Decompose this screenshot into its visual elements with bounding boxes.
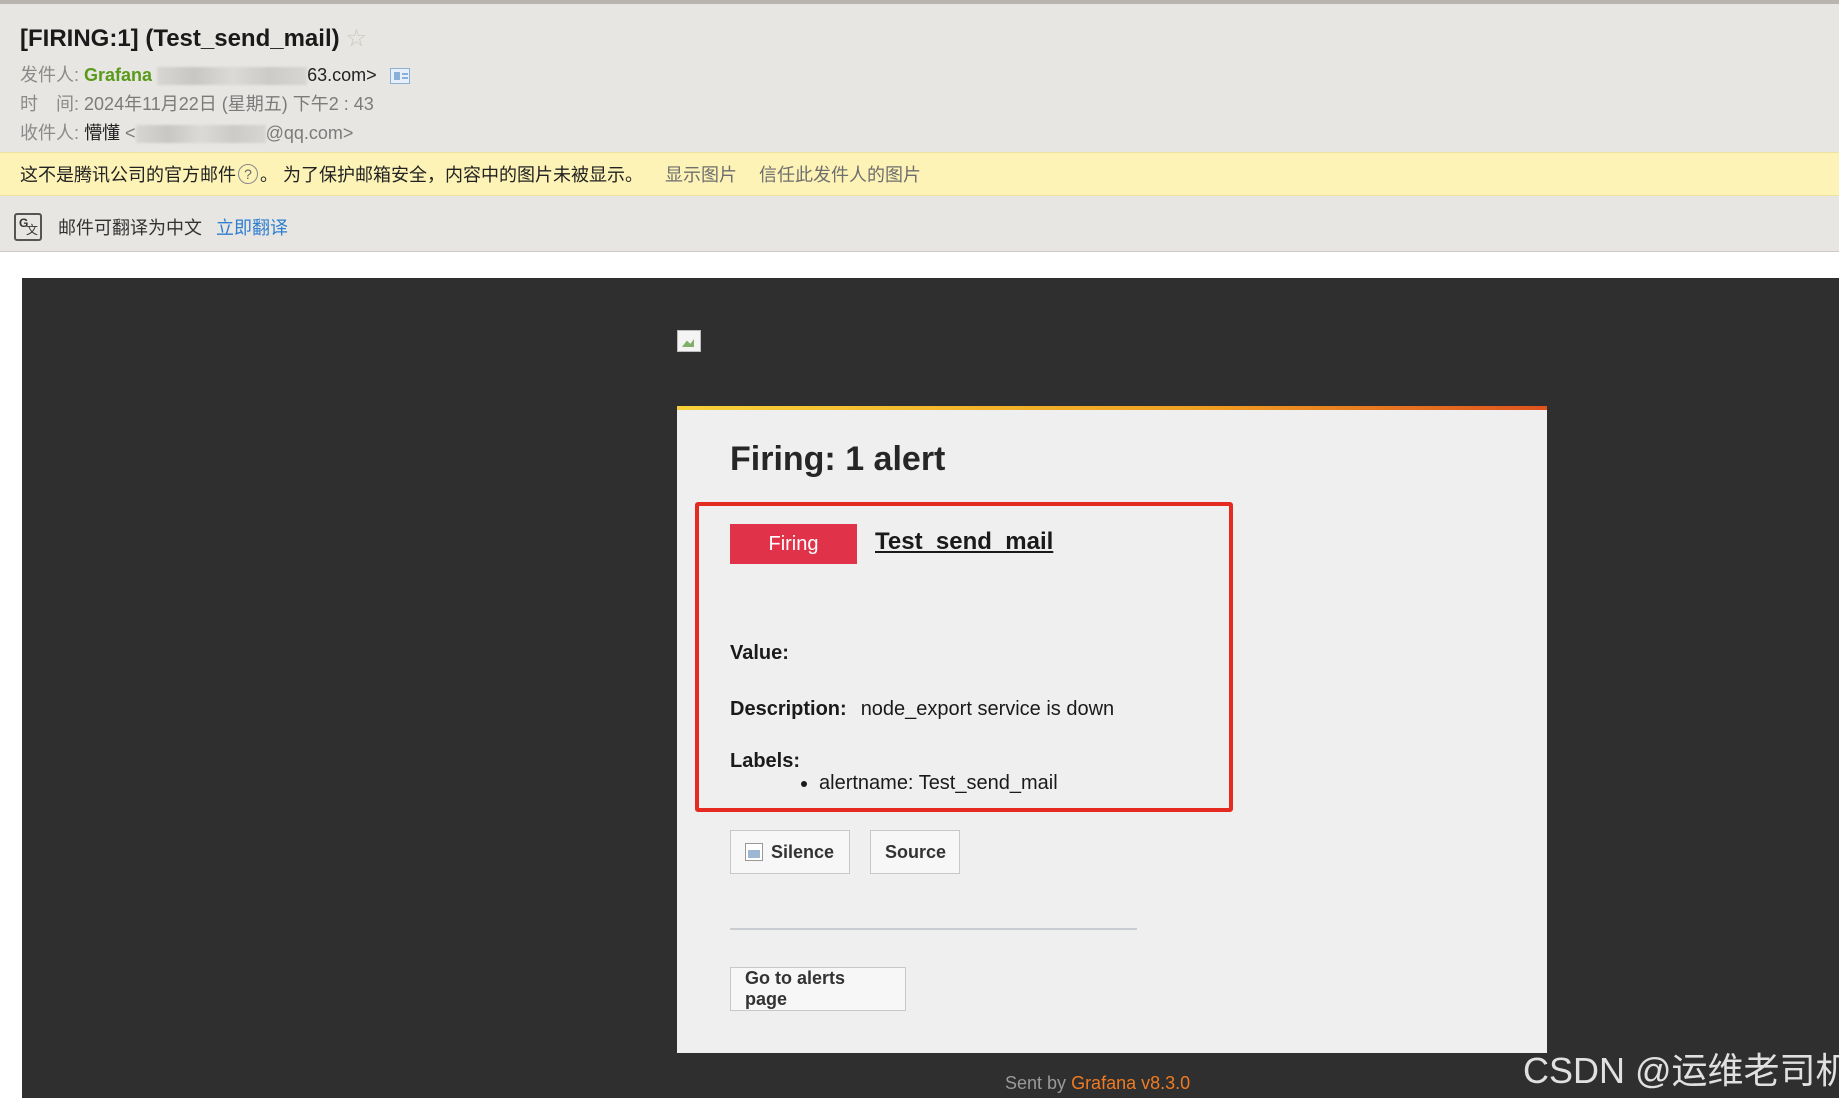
firing-badge: Firing <box>730 524 857 564</box>
csdn-watermark: CSDN @运维老司机 <box>1523 1050 1839 1091</box>
warning-text-before: 这不是腾讯公司的官方邮件 <box>20 165 236 185</box>
to-label: 收件人: <box>20 123 80 143</box>
translate-row: 文 邮件可翻译为中文 立即翻译 <box>14 212 288 242</box>
from-row: 发件人: Grafana 63.com> <box>20 64 410 86</box>
warning-text-after: 。 为了保护邮箱安全，内容中的图片未被显示。 <box>260 165 643 185</box>
value-field: Value: <box>730 642 789 665</box>
footer-sent-by: Sent by <box>1005 1073 1067 1093</box>
help-icon[interactable]: ? <box>238 164 258 184</box>
labels-field: Labels: <box>730 750 800 773</box>
divider <box>730 928 1137 930</box>
recipient-address-head: < <box>125 123 136 143</box>
source-button[interactable]: Source <box>870 830 960 874</box>
alert-heading: Firing: 1 alert <box>730 440 946 478</box>
mail-header: [FIRING:1] (Test_send_mail) ☆ 发件人: Grafa… <box>0 0 1839 252</box>
time-row: 时 间: 2024年11月22日 (星期五) 下午2 : 43 <box>20 93 374 115</box>
footer: Sent by Grafana v8.3.0 <box>1005 1073 1190 1094</box>
contact-card-icon[interactable] <box>389 68 410 85</box>
alerts-page-button-label: Go to alerts page <box>745 968 846 1009</box>
silence-button-label: Silence <box>771 841 835 862</box>
redacted-recipient-address <box>135 125 266 144</box>
translate-text: 邮件可翻译为中文 <box>58 218 202 238</box>
broken-image-icon <box>745 843 763 861</box>
grafana-version-link[interactable]: Grafana v8.3.0 <box>1071 1073 1190 1093</box>
description-field: Description: node_export service is down <box>730 698 1114 721</box>
alert-name-link[interactable]: Test_send_mail <box>875 528 1053 556</box>
time-value: 2024年11月22日 (星期五) 下午2 : 43 <box>84 94 374 114</box>
go-to-alerts-page-button[interactable]: Go to alerts page <box>730 967 906 1011</box>
sender-address-tail: 63.com> <box>307 65 377 85</box>
silence-button[interactable]: Silence <box>730 830 850 874</box>
trust-sender-images-link[interactable]: 信任此发件人的图片 <box>759 161 921 187</box>
translate-now-link[interactable]: 立即翻译 <box>216 214 288 240</box>
to-row: 收件人: 懵懂 < @qq.com> <box>20 122 353 144</box>
sender-name[interactable]: Grafana <box>84 65 152 85</box>
email-body: Firing: 1 alert Firing Test_send_mail Va… <box>22 278 1839 1098</box>
description-value: node_export service is down <box>860 698 1115 720</box>
alert-card: Firing: 1 alert Firing Test_send_mail Va… <box>677 406 1547 1053</box>
card-gradient-bar <box>677 406 1547 410</box>
time-label: 时 间: <box>20 94 80 114</box>
labels-label: Labels: <box>730 750 801 772</box>
labels-list: alertname: Test_send_mail <box>819 772 1058 795</box>
show-images-link[interactable]: 显示图片 <box>665 161 737 187</box>
mail-subject: [FIRING:1] (Test_send_mail) ☆ <box>20 24 367 53</box>
redacted-sender-address <box>157 67 308 86</box>
source-button-label: Source <box>885 841 947 862</box>
from-label: 发件人: <box>20 65 80 85</box>
subject-text: [FIRING:1] (Test_send_mail) <box>20 24 340 52</box>
value-label: Value: <box>730 642 789 664</box>
recipient-address-tail: @qq.com> <box>265 123 354 143</box>
security-warning-bar: 这不是腾讯公司的官方邮件 ? 。 为了保护邮箱安全，内容中的图片未被显示。 显示… <box>0 152 1839 196</box>
recipient-name: 懵懂 <box>84 123 121 143</box>
star-icon[interactable]: ☆ <box>346 24 368 53</box>
label-item: alertname: Test_send_mail <box>819 772 1058 795</box>
translate-icon: 文 <box>14 213 42 241</box>
description-label: Description: <box>730 698 847 720</box>
grafana-logo-image-placeholder <box>677 330 701 352</box>
